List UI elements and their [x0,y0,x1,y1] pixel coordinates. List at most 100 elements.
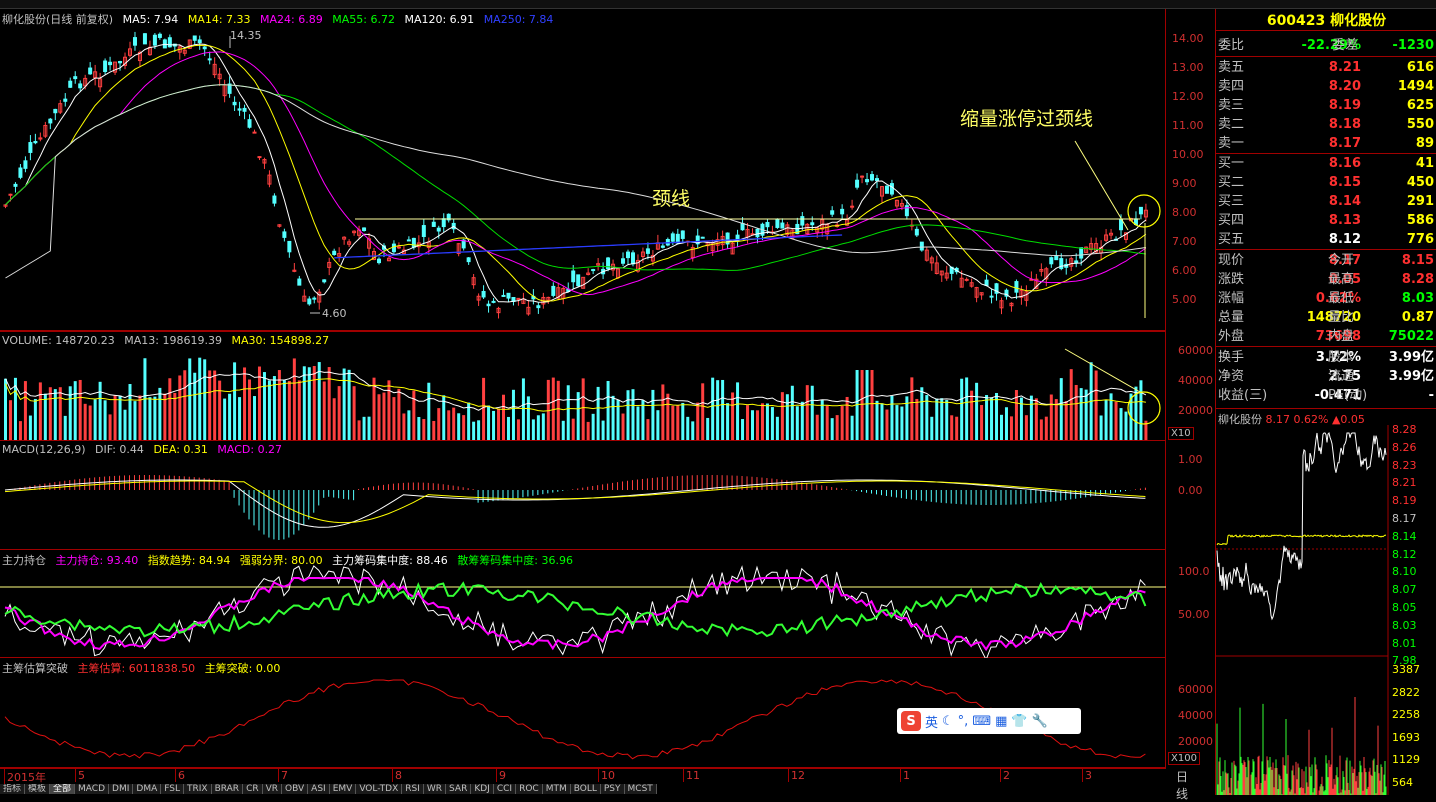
tab-brar[interactable]: BRAR [211,784,244,794]
tab-kdj[interactable]: KDJ [471,784,494,794]
intraday-price-tick: 8.03 [1392,618,1417,632]
volume-bar [377,394,381,440]
candle-body [391,243,396,253]
candle-body [466,257,471,263]
weibi-row: 委比 -22.29% 委差 -1230 [1216,36,1436,55]
candle-body [630,252,635,265]
tab-mcst[interactable]: MCST [624,784,657,794]
candle-body [855,179,860,188]
macd-chart[interactable] [0,441,1166,550]
volume-bar [4,378,7,440]
tab-全部[interactable]: 全部 [50,784,76,794]
volume-bar [392,397,396,440]
volume-bar [516,419,520,440]
buy-row: 买二 8.15 450 [1216,173,1436,192]
tab-fsl[interactable]: FSL [161,784,184,794]
volume-bar [810,385,814,440]
tab-macd[interactable]: MACD [75,784,110,794]
grid-icon[interactable]: ▦ [995,714,1007,729]
tab-cr[interactable]: CR [243,784,263,794]
volume-bar [686,416,690,440]
volume-bar [497,408,501,440]
order-volume: 450 [1406,175,1434,190]
volume-bar [88,405,92,440]
order-price: 8.20 [1328,79,1361,94]
volume-bar [990,397,994,440]
tab-obv[interactable]: OBV [282,784,309,794]
tab-vol-tdx[interactable]: VOL-TDX [356,784,403,794]
candle-body [865,179,870,183]
intraday-panel[interactable]: 柳化股份 8.17 0.62% ▲0.05 8.28 8.26 8.23 8.21 8.… [1215,408,1436,795]
tab-dma[interactable]: DMA [133,784,162,794]
stat-label: 流通 [1328,369,1355,384]
candle-body [411,237,416,248]
volume-bar [1054,399,1058,440]
tab-rsi[interactable]: RSI [402,784,424,794]
volume-bar [482,377,486,440]
volume-chart[interactable] [0,332,1166,442]
stat-value: 8.15 [1401,253,1434,268]
tab-vr[interactable]: VR [262,784,283,794]
candle-body [780,222,785,229]
zlcc-panel[interactable]: 主力持仓 主力持仓: 93.40 指数趋势: 84.94 强弱分界: 80.00… [0,550,1166,658]
volume-panel[interactable]: VOLUME: 148720.23 MA13: 198619.39 MA30: … [0,331,1166,441]
candle-body [132,37,137,46]
volume-bar [158,387,162,440]
shirt-icon[interactable]: 👕 [1011,714,1027,729]
volume-bar [626,390,630,440]
tab-psy[interactable]: PSY [600,784,625,794]
volume-bar [208,370,212,440]
tab-emv[interactable]: EMV [329,784,357,794]
volume-bar [1044,416,1048,440]
order-volume: 550 [1406,117,1434,132]
volume-bar [1139,380,1143,440]
intraday-price-tick: 8.21 [1392,476,1417,490]
tab-模板[interactable]: 模板 [25,784,51,794]
tab-boll[interactable]: BOLL [570,784,601,794]
date-tick: 5 [75,769,85,782]
intraday-price-tick: 8.10 [1392,565,1417,579]
volume-bar [860,370,864,440]
volume-bar [840,406,844,440]
stat-label: 涨幅 [1218,291,1245,306]
tab-roc[interactable]: ROC [516,784,543,794]
volume-bar [701,383,705,440]
tab-dmi[interactable]: DMI [109,784,134,794]
stat-label: 外盘 [1218,329,1245,344]
moon-icon[interactable]: ☾ [942,714,954,729]
volume-bar [566,385,570,440]
stat-value: 75022 [1388,329,1434,344]
sogou-icon[interactable]: S [901,711,921,731]
tab-sar[interactable]: SAR [446,784,472,794]
keyboard-icon[interactable]: ⌨ [972,714,991,729]
volume-bar [163,393,167,440]
candle-body [1014,281,1019,293]
ime-toolbar[interactable]: S 英 ☾ °, ⌨ ▦ 👕 🔧 [897,708,1081,734]
date-tick: 12 [788,769,805,782]
price-chart[interactable] [0,8,1166,331]
candle-body [919,241,924,251]
zlcc-chart[interactable] [0,550,1166,658]
zlcc-tick: 50.00 [1178,608,1210,621]
chart-area[interactable]: 柳化股份(日线 前复权) MA5: 7.94 MA14: 7.33 MA24: … [0,0,1204,801]
volume-bar [73,381,77,440]
price-panel[interactable]: 柳化股份(日线 前复权) MA5: 7.94 MA14: 7.33 MA24: … [0,8,1166,331]
tab-cci[interactable]: CCI [493,784,517,794]
order-volume: 1494 [1397,79,1434,94]
tab-trix[interactable]: TRIX [184,784,212,794]
volume-bar [93,399,97,440]
volume-bar [183,370,187,440]
top-strip [0,0,1436,9]
tab-wr[interactable]: WR [423,784,447,794]
sub-axes: 60000 40000 20000 1.00 0.00 100.0 50.00 60000 40… [1170,0,1215,784]
tab-mtm[interactable]: MTM [542,784,571,794]
tab-asi[interactable]: ASI [308,784,330,794]
tab-指标[interactable]: 指标 [0,784,26,794]
macd-panel[interactable]: MACD(12,26,9) DIF: 0.44 DEA: 0.31 MACD: … [0,441,1166,550]
punct-icon[interactable]: °, [958,714,969,729]
lang-toggle[interactable]: 英 [925,712,938,731]
wrench-icon[interactable]: 🔧 [1032,714,1048,729]
candle-body [242,107,247,112]
zlcc-tick: 100.0 [1178,565,1210,578]
volume-bar [830,418,834,440]
